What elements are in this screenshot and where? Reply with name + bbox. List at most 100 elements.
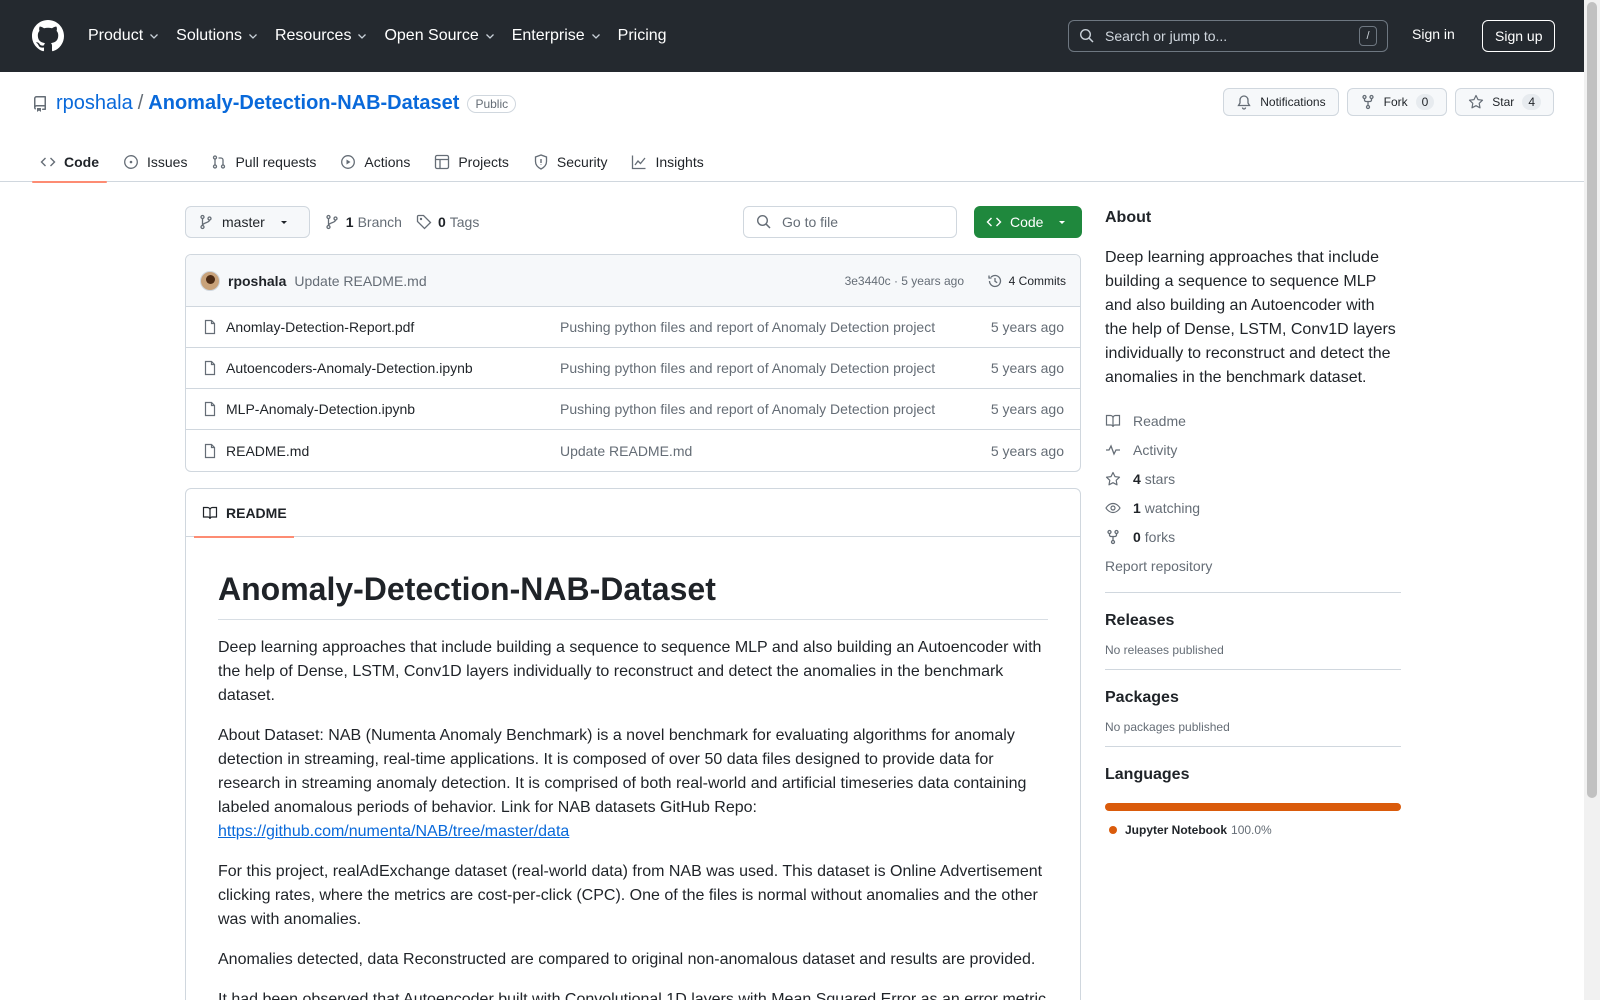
readme-link[interactable]: Readme [1105,406,1401,435]
github-logo-icon[interactable] [32,20,64,52]
star-icon [1469,94,1484,109]
commit-author[interactable]: rposhala [228,273,286,289]
releases-heading[interactable]: Releases [1105,609,1401,633]
file-icon [204,319,216,335]
language-name: Jupyter Notebook [1125,823,1228,837]
file-name[interactable]: Anomlay-Detection-Report.pdf [226,319,414,335]
readme-paragraph-2: About Dataset: NAB (Numenta Anomaly Benc… [218,724,1048,844]
file-name[interactable]: README.md [226,443,309,459]
file-age: 5 years ago [990,401,1064,417]
chevron-down-icon [358,34,367,39]
tab-actions[interactable]: Actions [332,142,418,182]
readme-tab-label: README [226,505,287,521]
forks-link[interactable]: 0 forks [1105,522,1401,551]
language-item[interactable]: Jupyter Notebook 100.0% [1105,823,1401,837]
repo-owner-link[interactable]: rposhala [56,92,133,115]
search-shortcut-badge: / [1359,26,1377,46]
file-commit-message[interactable]: Update README.md [560,443,692,459]
nav-resources[interactable]: Resources [275,27,368,45]
releases-empty: No releases published [1105,643,1224,657]
code-icon [40,157,56,167]
search-placeholder: Search or jump to... [1105,28,1228,44]
activity-link[interactable]: Activity [1105,435,1401,464]
tab-insights[interactable]: Insights [623,142,711,182]
tab-security[interactable]: Security [525,142,616,182]
chevron-down-icon [150,34,159,39]
packages-heading[interactable]: Packages [1105,686,1401,710]
file-commit-message[interactable]: Pushing python files and report of Anoma… [560,360,935,376]
branch-selector[interactable]: master [185,206,310,238]
table-row[interactable]: README.md Update README.md 5 years ago [186,430,1080,471]
branches-link[interactable]: 1 Branch [324,214,402,230]
readme-paragraph-3: For this project, realAdExchange dataset… [218,863,1043,928]
watching-link[interactable]: 1 watching [1105,493,1401,522]
sign-in-link[interactable]: Sign in [1412,26,1455,42]
repo-sidebar: About Deep learning approaches that incl… [1105,206,1401,837]
tab-code[interactable]: Code [32,142,107,183]
file-icon [204,360,216,376]
scrollbar-thumb[interactable] [1587,2,1597,798]
tab-pull-requests[interactable]: Pull requests [203,142,324,182]
nab-data-link[interactable]: https://github.com/numenta/NAB/tree/mast… [218,823,569,840]
stars-count: 4 [1133,470,1141,487]
fork-button[interactable]: Fork 0 [1346,88,1448,116]
nav-pricing[interactable]: Pricing [618,27,667,45]
file-age: 5 years ago [990,319,1064,335]
global-search-input[interactable]: Search or jump to... / [1068,20,1388,52]
stars-link[interactable]: 4 stars [1105,464,1401,493]
file-commit-message[interactable]: Pushing python files and report of Anoma… [560,319,935,335]
activity-link-label: Activity [1133,441,1178,458]
code-button-label: Code [1010,214,1044,230]
star-label: Star [1492,95,1515,109]
table-row[interactable]: Autoencoders-Anomaly-Detection.ipynb Pus… [186,348,1080,389]
commit-message[interactable]: Update README.md [294,273,426,289]
page-scrollbar[interactable] [1584,0,1600,1000]
nav-enterprise[interactable]: Enterprise [512,27,602,45]
tags-link[interactable]: 0 Tags [416,214,479,230]
commit-count-label: 4 Commits [1008,273,1066,288]
fork-icon [1361,94,1374,110]
code-dropdown-button[interactable]: Code [974,206,1082,238]
book-icon [1105,414,1121,427]
file-name[interactable]: Autoencoders-Anomaly-Detection.ipynb [226,360,473,376]
star-button[interactable]: Star 4 [1455,88,1554,116]
about-heading: About [1105,209,1152,226]
global-header: Product Solutions Resources Open Source … [0,0,1600,72]
chevron-down-icon [591,34,600,39]
nav-solutions[interactable]: Solutions [176,27,259,45]
search-icon [756,214,771,229]
report-repository-link[interactable]: Report repository [1105,551,1401,580]
star-icon [1105,471,1121,485]
go-to-file-input[interactable]: Go to file [743,206,957,238]
nav-open-source[interactable]: Open Source [384,27,495,45]
tab-projects-label: Projects [458,154,509,170]
branch-icon [200,214,212,230]
repo-tabs: Code Issues Pull requests Actions Projec… [32,142,720,183]
commits-link[interactable]: 4 Commits [987,273,1066,289]
code-icon [986,217,1002,227]
play-icon [341,155,356,169]
readme-tabbar: README [186,489,1080,538]
sign-up-button[interactable]: Sign up [1482,20,1556,52]
file-commit-message[interactable]: Pushing python files and report of Anoma… [560,401,935,417]
tab-issues[interactable]: Issues [115,142,195,182]
nav-product[interactable]: Product [88,27,160,45]
fork-label: Fork [1383,95,1408,109]
file-browser: rposhala Update README.md 3e3440c · 5 ye… [185,254,1081,472]
table-row[interactable]: MLP-Anomaly-Detection.ipynb Pushing pyth… [186,389,1080,430]
readme-paragraph-2-text: About Dataset: NAB (Numenta Anomaly Benc… [218,727,1027,816]
file-name[interactable]: MLP-Anomaly-Detection.ipynb [226,401,415,417]
issue-icon [124,155,138,169]
tab-pull-requests-label: Pull requests [235,154,317,170]
file-icon [204,443,216,458]
tab-projects[interactable]: Projects [426,142,517,182]
repo-name-link[interactable]: Anomaly-Detection-NAB-Dataset [148,92,459,115]
readme-paragraph-4: Anomalies detected, data Reconstructed a… [218,951,1036,968]
stars-label: stars [1144,470,1176,487]
bell-icon [1237,95,1251,110]
readme-tab[interactable]: README [194,489,294,538]
commit-hash-time[interactable]: 3e3440c · 5 years ago [845,274,964,288]
avatar[interactable] [200,270,220,291]
notifications-button[interactable]: Notifications [1223,88,1339,116]
table-row[interactable]: Anomlay-Detection-Report.pdf Pushing pyt… [186,307,1080,348]
